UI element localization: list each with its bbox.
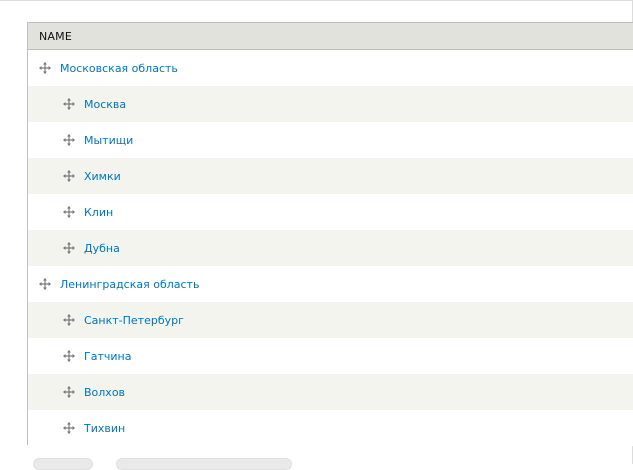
term-link[interactable]: Волхов [84,386,125,399]
term-link[interactable]: Московская область [60,62,178,75]
term-link[interactable]: Санкт-Петербург [84,314,184,327]
term-link[interactable]: Мытищи [84,134,133,147]
table-row: Химки [28,158,633,194]
move-arrows-icon[interactable] [63,422,75,434]
move-arrows-icon[interactable] [63,134,75,146]
table-row: Мытищи [28,122,633,158]
move-arrows-icon[interactable] [63,242,75,254]
window-top-edge [0,0,633,1]
table-row: Московская область [28,50,633,86]
term-link[interactable]: Химки [84,170,121,183]
move-arrows-icon[interactable] [63,350,75,362]
table-row: Ленинградская область [28,266,633,302]
term-link[interactable]: Москва [84,98,126,111]
table-row: Москва [28,86,633,122]
table-row: Волхов [28,374,633,410]
table-header: NAME [28,23,633,50]
move-arrows-icon[interactable] [39,278,51,290]
taxonomy-terms-table: NAME Московская область Москва Мытищи Химки… [27,22,633,446]
term-link[interactable]: Дубна [84,242,120,255]
action-button[interactable] [116,458,292,470]
table-row: Гатчина [28,338,633,374]
table-row: Дубна [28,230,633,266]
move-arrows-icon[interactable] [63,170,75,182]
action-button[interactable] [33,458,93,470]
move-arrows-icon[interactable] [63,98,75,110]
term-link[interactable]: Ленинградская область [60,278,199,291]
table-row: Клин [28,194,633,230]
term-link[interactable]: Клин [84,206,113,219]
table-row: Тихвин [28,410,633,446]
column-header-name[interactable]: NAME [39,30,72,43]
term-link[interactable]: Тихвин [84,422,125,435]
table-row: Санкт-Петербург [28,302,633,338]
term-link[interactable]: Гатчина [84,350,131,363]
table-body: Московская область Москва Мытищи Химки Клин Д… [28,50,633,446]
move-arrows-icon[interactable] [63,314,75,326]
move-arrows-icon[interactable] [63,206,75,218]
move-arrows-icon[interactable] [63,386,75,398]
move-arrows-icon[interactable] [39,62,51,74]
